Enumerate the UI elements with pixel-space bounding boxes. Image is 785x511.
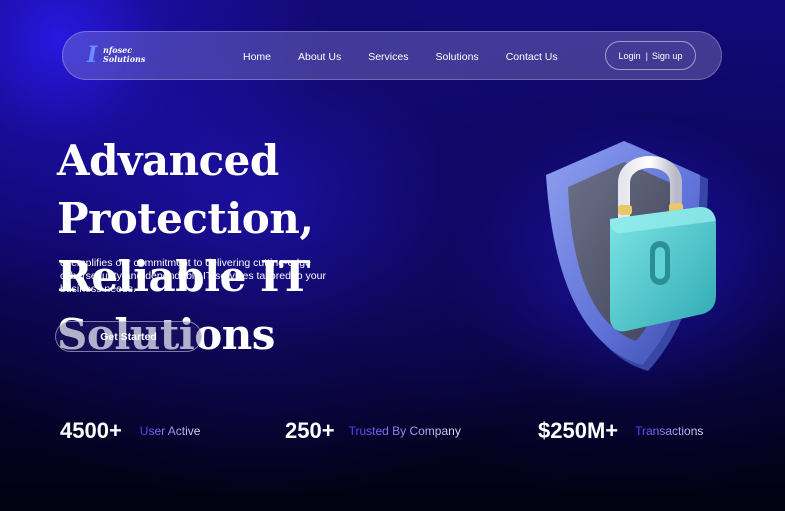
logo-text: nfosec Solutions bbox=[103, 46, 145, 64]
shield-padlock-icon bbox=[546, 141, 716, 371]
nav-link-solutions[interactable]: Solutions bbox=[435, 51, 478, 63]
nav-links: Home About Us Services Solutions Contact… bbox=[243, 32, 585, 81]
hero-description: exemplifies our commitment to delivering… bbox=[60, 257, 326, 295]
stat-value: 250+ bbox=[285, 418, 335, 443]
login-signup-button[interactable]: Login | Sign up bbox=[605, 41, 696, 70]
stat-transactions: $250M+ Transactions bbox=[538, 418, 703, 444]
logo-text-line2: Solutions bbox=[103, 54, 146, 64]
stat-label: Transactions bbox=[635, 424, 704, 438]
nav-link-contact-us[interactable]: Contact Us bbox=[506, 51, 558, 63]
stat-label: User Active bbox=[139, 424, 201, 438]
auth-separator: | bbox=[645, 50, 648, 61]
stat-users: 4500+ User Active bbox=[60, 418, 200, 444]
nav-link-about-us[interactable]: About Us bbox=[298, 51, 341, 63]
stat-label: Trusted By Company bbox=[348, 424, 461, 438]
get-started-button[interactable]: Get Started bbox=[55, 321, 202, 352]
login-link[interactable]: Login bbox=[619, 51, 641, 61]
signup-link[interactable]: Sign up bbox=[652, 51, 683, 61]
nav-link-services[interactable]: Services bbox=[368, 51, 408, 63]
stat-value: 4500+ bbox=[60, 418, 122, 443]
nav-link-home[interactable]: Home bbox=[243, 51, 271, 63]
hero-title-line1: Advanced Protection, bbox=[57, 136, 314, 243]
brand-logo[interactable]: I nfosec Solutions bbox=[87, 44, 145, 66]
stat-companies: 250+ Trusted By Company bbox=[285, 418, 461, 444]
stat-value: $250M+ bbox=[538, 418, 619, 443]
navbar: I nfosec Solutions Home About Us Service… bbox=[62, 31, 722, 80]
logo-mark: I bbox=[87, 42, 98, 68]
